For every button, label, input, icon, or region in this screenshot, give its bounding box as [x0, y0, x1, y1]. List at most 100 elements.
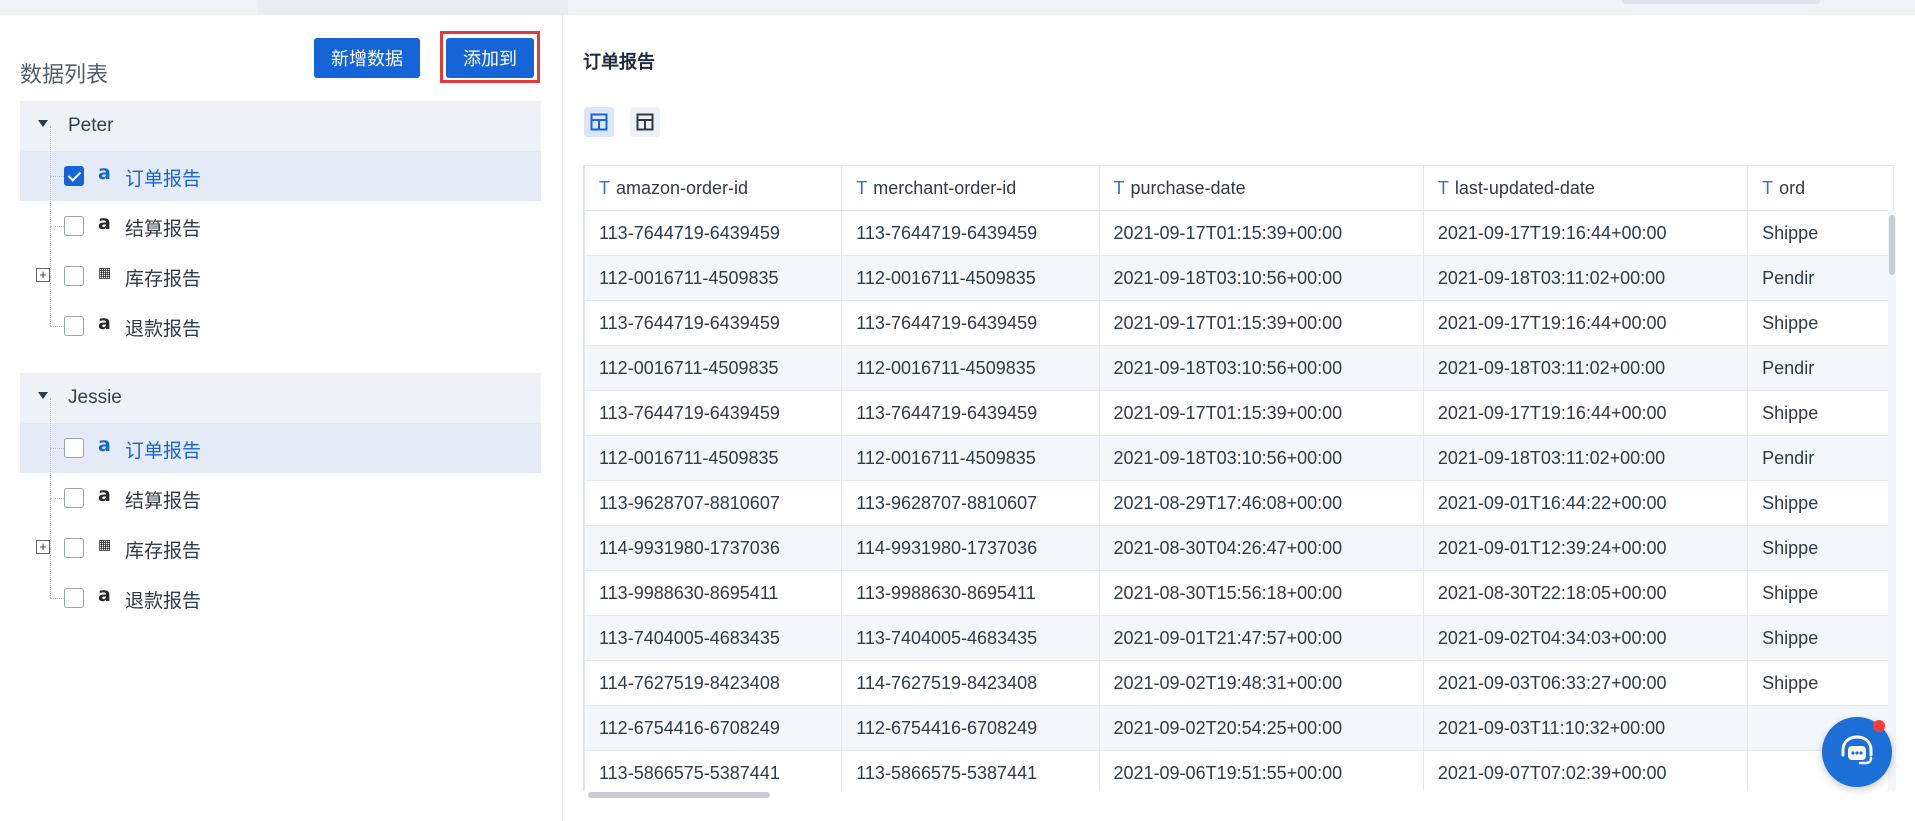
text-type-icon: T — [599, 177, 610, 198]
group-header-jessie[interactable]: Jessie — [20, 373, 541, 423]
table-cell: 113-7644719-6439459 — [584, 300, 843, 346]
tree-item-jessie-refund-report[interactable]: a 退款报告 — [20, 548, 541, 623]
active-tab[interactable] — [258, 0, 568, 15]
checkbox[interactable] — [64, 266, 84, 286]
table-cell: Shippe — [1747, 300, 1894, 346]
text-type-icon: T — [1762, 177, 1774, 198]
table-cell: 2021-08-29T17:46:08+00:00 — [1098, 480, 1424, 526]
table-cell: Pendir — [1747, 255, 1894, 301]
amazon-icon: a — [98, 584, 111, 606]
tree-item-label: 订单报告 — [125, 168, 202, 190]
table-cell: 113-9628707-8810607 — [584, 480, 843, 526]
table-row[interactable]: 112-0016711-4509835 112-0016711-4509835 20… — [584, 255, 1894, 301]
table-row[interactable]: 113-5866575-5387441 113-5866575-5387441 20… — [584, 750, 1894, 791]
order-report-table: Tamazon-order-id Tmerchant-order-id Tpur… — [584, 165, 1894, 791]
column-header[interactable]: Tlast-updated-date — [1422, 165, 1749, 211]
group-header-peter[interactable]: Peter — [20, 101, 541, 151]
table-row[interactable]: 112-0016711-4509835 112-0016711-4509835 20… — [584, 435, 1894, 481]
checkbox-checked[interactable] — [64, 166, 84, 186]
tree-connector — [50, 126, 52, 176]
table-cell: 112-0016711-4509835 — [841, 345, 1100, 391]
table-row[interactable]: 113-7644719-6439459 113-7644719-6439459 20… — [584, 210, 1894, 256]
add-to-button[interactable]: 添加到 — [446, 38, 534, 78]
table-cell: 2021-09-02T19:48:31+00:00 — [1098, 660, 1424, 706]
table-view-icon[interactable] — [584, 107, 614, 137]
table-cell: 113-5866575-5387441 — [841, 750, 1100, 791]
caret-down-icon — [38, 392, 48, 399]
table-cell: Pendir — [1747, 435, 1894, 481]
caret-down-icon — [38, 120, 48, 127]
data-list-panel: 数据列表 新增数据 添加到 Peter a 订单报告 a 结算报告 + ▦ 库存… — [0, 15, 563, 821]
table-cell: 112-0016711-4509835 — [841, 255, 1100, 301]
tree-item-jessie-settlement-report[interactable]: a 结算报告 — [20, 448, 541, 523]
table-row[interactable]: 112-6754416-6708249 112-6754416-6708249 20… — [584, 705, 1894, 751]
table-cell: 112-6754416-6708249 — [584, 705, 843, 751]
table-cell: 2021-09-17T01:15:39+00:00 — [1098, 300, 1424, 346]
vertical-scrollbar-track[interactable] — [1888, 210, 1896, 790]
layout-view-icon[interactable] — [630, 107, 660, 137]
table-cell: Shippe — [1747, 390, 1894, 436]
tree-item-label: 退款报告 — [125, 590, 202, 612]
table-cell: 2021-09-18T03:10:56+00:00 — [1098, 255, 1424, 301]
table-cell: Shippe — [1747, 660, 1894, 706]
expand-plus-icon[interactable]: + — [36, 540, 50, 554]
tree-item-peter-order-report[interactable]: a 订单报告 — [20, 126, 541, 201]
new-data-button[interactable]: 新增数据 — [314, 38, 420, 78]
tree-item-jessie-order-report[interactable]: a 订单报告 — [20, 398, 541, 473]
expand-plus-icon[interactable]: + — [36, 268, 50, 282]
checkbox[interactable] — [64, 216, 84, 236]
layout-view-glyph — [636, 113, 654, 131]
table-cell: 2021-09-17T19:16:44+00:00 — [1422, 390, 1749, 436]
text-type-icon: T — [1113, 177, 1125, 198]
table-cell: 112-0016711-4509835 — [584, 345, 843, 391]
table-cell: 2021-09-02T20:54:25+00:00 — [1098, 705, 1424, 751]
tree-item-peter-inventory-report[interactable]: + ▦ 库存报告 — [20, 226, 541, 301]
tree-connector — [50, 398, 52, 448]
top-right-control[interactable] — [1622, 0, 1820, 4]
checkbox[interactable] — [64, 488, 84, 508]
tree-connector — [50, 448, 52, 498]
vertical-scrollbar-thumb[interactable] — [1889, 215, 1895, 275]
tree-item-peter-settlement-report[interactable]: a 结算报告 — [20, 176, 541, 251]
table-cell: 2021-09-03T11:10:32+00:00 — [1422, 705, 1749, 751]
table-cell: 114-9931980-1737036 — [584, 525, 843, 571]
table-row[interactable]: 113-7644719-6439459 113-7644719-6439459 20… — [584, 390, 1894, 436]
table-row[interactable]: 112-0016711-4509835 112-0016711-4509835 20… — [584, 345, 1894, 391]
group-name: Jessie — [68, 387, 122, 408]
checkbox[interactable] — [64, 538, 84, 558]
table-row[interactable]: 114-9931980-1737036 114-9931980-1737036 20… — [584, 525, 1894, 571]
checkbox[interactable] — [64, 438, 84, 458]
table-cell: Shippe — [1747, 570, 1894, 616]
horizontal-scrollbar-thumb[interactable] — [588, 792, 770, 798]
table-row[interactable]: 113-9628707-8810607 113-9628707-8810607 20… — [584, 480, 1894, 526]
table-row[interactable]: 113-7644719-6439459 113-7644719-6439459 20… — [584, 300, 1894, 346]
column-header[interactable]: Tpurchase-date — [1098, 165, 1424, 211]
text-type-icon: T — [1437, 177, 1449, 198]
grid-icon: ▦ — [98, 537, 112, 553]
amazon-icon: a — [98, 212, 111, 234]
table-cell: Shippe — [1747, 615, 1894, 661]
tree-item-label: 结算报告 — [125, 218, 202, 240]
table-cell: 2021-09-18T03:11:02+00:00 — [1422, 255, 1749, 301]
table-row[interactable]: 113-7404005-4683435 113-7404005-4683435 20… — [584, 615, 1894, 661]
table-cell: 2021-09-18T03:11:02+00:00 — [1422, 345, 1749, 391]
grid-icon: ▦ — [98, 265, 112, 281]
tree-item-label: 库存报告 — [125, 268, 202, 290]
tree-item-label: 退款报告 — [125, 318, 202, 340]
table-row[interactable]: 114-7627519-8423408 114-7627519-8423408 20… — [584, 660, 1894, 706]
table-cell: Shippe — [1747, 525, 1894, 571]
column-header[interactable]: Tmerchant-order-id — [841, 165, 1100, 211]
column-header[interactable]: Tamazon-order-id — [584, 165, 843, 211]
tree-item-jessie-inventory-report[interactable]: + ▦ 库存报告 — [20, 498, 541, 573]
checkbox[interactable] — [64, 588, 84, 608]
table-cell: 113-9988630-8695411 — [841, 570, 1100, 616]
tree-item-peter-refund-report[interactable]: a 退款报告 — [20, 276, 541, 351]
table-cell: 2021-09-02T04:34:03+00:00 — [1422, 615, 1749, 661]
table-cell: 2021-09-07T07:02:39+00:00 — [1422, 750, 1749, 791]
table-cell: 2021-09-03T06:33:27+00:00 — [1422, 660, 1749, 706]
data-list-title: 数据列表 — [20, 63, 109, 88]
table-row[interactable]: 113-9988630-8695411 113-9988630-8695411 20… — [584, 570, 1894, 616]
checkbox[interactable] — [64, 316, 84, 336]
table-cell: 2021-09-17T19:16:44+00:00 — [1422, 210, 1749, 256]
column-header[interactable]: Tord — [1747, 165, 1894, 211]
